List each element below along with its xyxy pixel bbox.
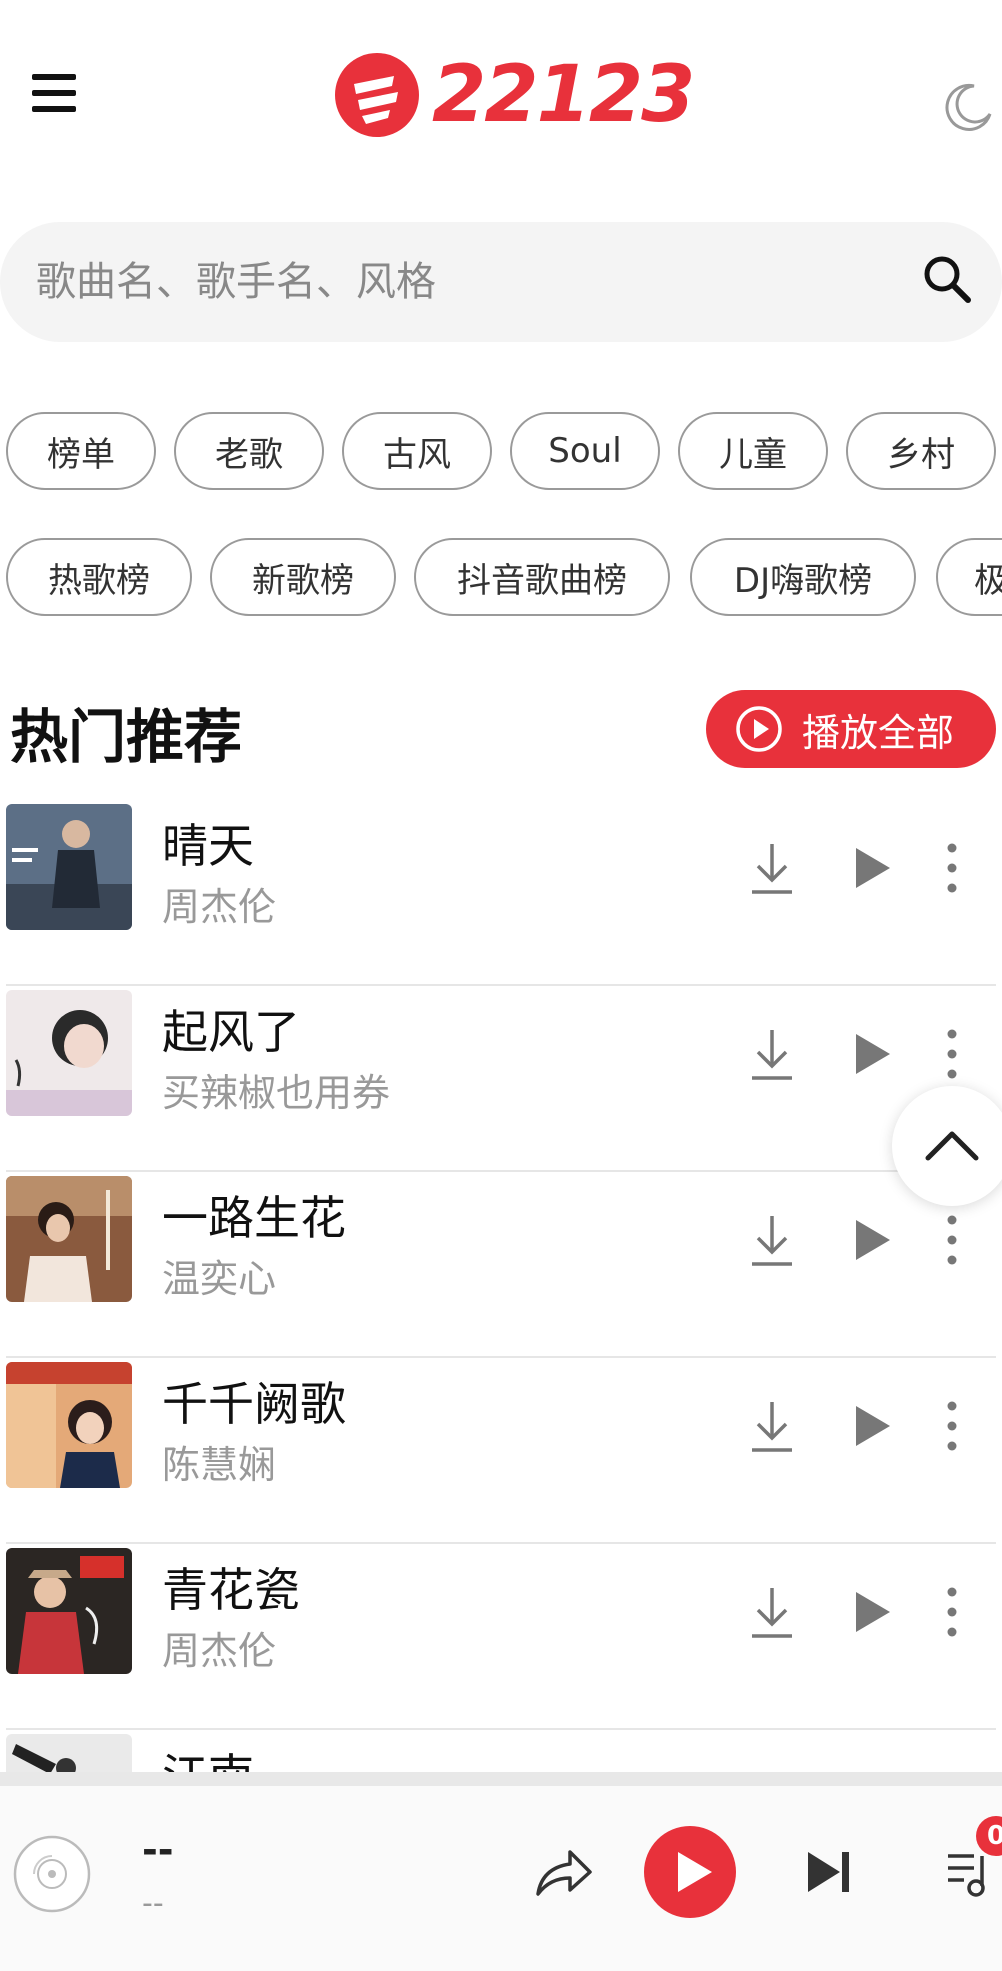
search-bar: [0, 222, 1002, 342]
chip-xiangcun[interactable]: 乡村: [846, 412, 996, 490]
chip-douyin-chart[interactable]: 抖音歌曲榜: [414, 538, 670, 616]
more-vertical-icon[interactable]: [940, 1398, 964, 1454]
song-title: 青花瓷: [162, 1563, 300, 1617]
download-icon[interactable]: [748, 1026, 796, 1082]
chip-new-chart[interactable]: 新歌榜: [210, 538, 396, 616]
chip-ertong[interactable]: 儿童: [678, 412, 828, 490]
skip-next-icon[interactable]: [804, 1848, 854, 1896]
play-icon[interactable]: [850, 844, 894, 892]
album-cover: [6, 1548, 132, 1674]
hamburger-menu-icon[interactable]: [28, 70, 84, 118]
album-cover: [6, 990, 132, 1116]
song-row[interactable]: 一路生花 温奕心: [0, 1172, 1002, 1358]
share-icon[interactable]: [532, 1842, 594, 1902]
mini-player: -- -- 0: [0, 1772, 1002, 1971]
play-icon[interactable]: [850, 1588, 894, 1636]
play-all-label: 播放全部: [802, 710, 955, 755]
song-artist: 温奕心: [162, 1257, 277, 1301]
more-vertical-icon[interactable]: [940, 840, 964, 896]
play-icon[interactable]: [850, 1030, 894, 1078]
download-icon[interactable]: [748, 840, 796, 896]
main-play-button[interactable]: [644, 1826, 736, 1918]
song-row[interactable]: 起风了 买辣椒也用券: [0, 986, 1002, 1172]
song-title: 起风了: [162, 1005, 300, 1059]
search-icon[interactable]: [920, 252, 976, 308]
page: 22123 榜单 老歌 古风 Soul 儿童 乡村 热歌榜 新歌榜 抖音歌曲榜 …: [0, 0, 1002, 1971]
now-playing-title: --: [142, 1828, 174, 1872]
song-artist: 周杰伦: [162, 885, 277, 929]
more-vertical-icon[interactable]: [940, 1584, 964, 1640]
now-playing-artist: --: [142, 1886, 164, 1921]
moon-icon[interactable]: [940, 78, 996, 134]
chevron-up-icon: [925, 1131, 979, 1161]
song-title: 一路生花: [162, 1191, 346, 1245]
album-cover: [6, 1176, 132, 1302]
logo-text: 22123: [432, 50, 695, 140]
chart-chip-row: 热歌榜 新歌榜 抖音歌曲榜 DJ嗨歌榜 极: [6, 538, 1002, 616]
more-vertical-icon[interactable]: [940, 1212, 964, 1268]
play-all-button[interactable]: 播放全部: [706, 690, 996, 768]
chip-bangdan[interactable]: 榜单: [6, 412, 156, 490]
section-title: 热门推荐: [10, 703, 243, 771]
download-icon[interactable]: [748, 1584, 796, 1640]
song-row[interactable]: 青花瓷 周杰伦: [0, 1544, 1002, 1730]
song-artist: 买辣椒也用券: [162, 1071, 391, 1115]
song-title: 千千阙歌: [162, 1377, 346, 1431]
chip-soul[interactable]: Soul: [510, 412, 660, 490]
download-icon[interactable]: [748, 1212, 796, 1268]
search-input[interactable]: [36, 252, 876, 312]
more-vertical-icon[interactable]: [940, 1026, 964, 1082]
play-icon[interactable]: [850, 1216, 894, 1264]
album-cover: [6, 1362, 132, 1488]
album-cover: [6, 804, 132, 930]
chip-dj-chart[interactable]: DJ嗨歌榜: [690, 538, 916, 616]
play-icon: [678, 1852, 712, 1892]
song-row[interactable]: 千千阙歌 陈慧娴: [0, 1358, 1002, 1544]
app-header: 22123: [0, 0, 1002, 200]
site-logo[interactable]: 22123: [332, 40, 695, 150]
chip-laoge[interactable]: 老歌: [174, 412, 324, 490]
scroll-to-top-button[interactable]: [892, 1086, 1002, 1206]
song-title: 晴天: [162, 819, 254, 873]
genre-chip-row: 榜单 老歌 古风 Soul 儿童 乡村: [6, 412, 1002, 490]
logo-mark-icon: [335, 53, 419, 137]
song-row[interactable]: 晴天 周杰伦: [0, 800, 1002, 986]
chip-more-chart[interactable]: 极: [936, 538, 1002, 616]
vinyl-disc-icon[interactable]: [12, 1834, 92, 1914]
play-icon[interactable]: [850, 1402, 894, 1450]
song-artist: 周杰伦: [162, 1629, 277, 1673]
chip-gufeng[interactable]: 古风: [342, 412, 492, 490]
chip-hot-chart[interactable]: 热歌榜: [6, 538, 192, 616]
download-icon[interactable]: [748, 1398, 796, 1454]
play-circle-icon: [736, 706, 782, 752]
song-artist: 陈慧娴: [162, 1443, 277, 1487]
